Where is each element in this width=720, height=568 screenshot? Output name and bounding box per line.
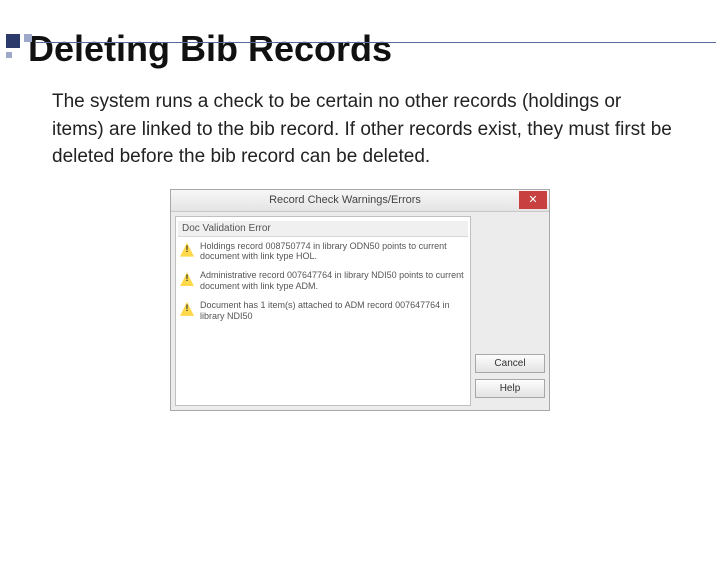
divider-line [36,42,716,43]
corner-decoration [0,28,80,58]
dialog-button-column: Cancel Help [475,216,545,406]
message-text: Holdings record 008750774 in library ODN… [200,241,466,263]
list-item: Administrative record 007647764 in libra… [178,268,468,298]
list-item: Holdings record 008750774 in library ODN… [178,239,468,269]
record-check-dialog: Record Check Warnings/Errors ✕ Doc Valid… [170,189,550,411]
help-button[interactable]: Help [475,379,545,398]
message-text: Document has 1 item(s) attached to ADM r… [200,300,466,322]
close-button[interactable]: ✕ [519,191,547,209]
warning-icon [180,243,194,257]
list-item: Document has 1 item(s) attached to ADM r… [178,298,468,328]
slide-title: Deleting Bib Records [28,28,720,70]
slide-body-text: The system runs a check to be certain no… [52,88,672,171]
warning-icon [180,302,194,316]
message-list-header: Doc Validation Error [178,221,468,237]
close-icon: ✕ [528,195,537,206]
message-text: Administrative record 007647764 in libra… [200,270,466,292]
message-list: Doc Validation Error Holdings record 008… [175,216,471,406]
dialog-title: Record Check Warnings/Errors [171,194,519,206]
dialog-titlebar: Record Check Warnings/Errors ✕ [171,190,549,212]
warning-icon [180,272,194,286]
cancel-button[interactable]: Cancel [475,354,545,373]
